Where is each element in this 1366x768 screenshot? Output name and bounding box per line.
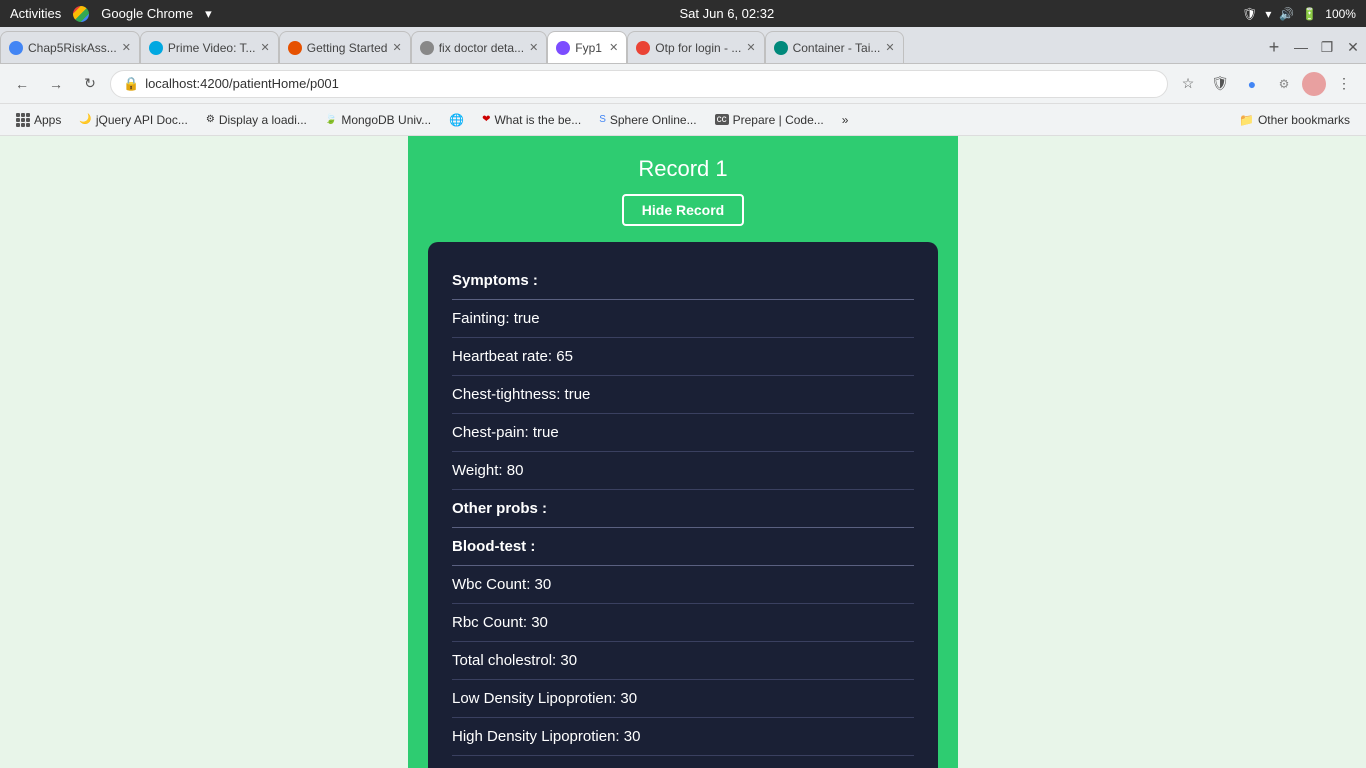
profile-avatar[interactable] [1302,72,1326,96]
dropdown-icon: ▾ [205,6,212,22]
bookmark-mongodb-label: MongoDB Univ... [341,113,431,127]
record-container: Record 1 Hide Record Symptoms :Fainting:… [408,136,958,768]
record-field-3: Chest-tightness: true [452,376,914,414]
browser-name-label: Google Chrome [101,6,193,21]
browser-tab-tab7[interactable]: Container - Tai... ✕ [765,31,904,63]
record-card: Symptoms :Fainting: trueHeartbeat rate: … [428,242,938,768]
tab-favicon-tab7 [774,41,788,55]
minimize-button[interactable]: — [1288,33,1314,61]
browser-tab-tab6[interactable]: Otp for login - ... ✕ [627,31,764,63]
shield-icon: 🛡 [1242,7,1257,21]
bookmarks-bar: Apps 🌙 jQuery API Doc... ⚙ Display a loa… [0,104,1366,136]
bookmark-jquery-label: jQuery API Doc... [96,113,188,127]
window-controls: — ❐ ✕ [1288,33,1366,61]
tab-label-tab1: Chap5RiskAss... [28,41,117,55]
record-field-5: Weight: 80 [452,452,914,490]
tab-label-tab6: Otp for login - ... [655,41,741,55]
bookmark-other-label: Other bookmarks [1258,113,1350,127]
bookmark-display[interactable]: ⚙ Display a loadi... [198,108,315,132]
bookmark-what[interactable]: ❤ What is the be... [474,108,589,132]
page-content: Record 1 Hide Record Symptoms :Fainting:… [0,136,1366,768]
tab-close-tab3[interactable]: ✕ [392,41,401,54]
bookmark-other[interactable]: 📁 Other bookmarks [1231,108,1358,132]
browser-tab-tab3[interactable]: Getting Started ✕ [279,31,411,63]
battery-label: 100% [1325,7,1356,21]
tab-favicon-tab2 [149,41,163,55]
hide-record-button[interactable]: Hide Record [622,194,744,226]
browser-tab-tab1[interactable]: Chap5RiskAss... ✕ [0,31,140,63]
record-field-9: Rbc Count: 30 [452,604,914,642]
record-field-2: Heartbeat rate: 65 [452,338,914,376]
record-field-0: Symptoms : [452,262,914,300]
browser-tab-tab5[interactable]: Fyp1 ✕ [547,31,627,63]
tab-label-tab2: Prime Video: T... [168,41,256,55]
record-field-6: Other probs : [452,490,914,528]
tab-favicon-tab5 [556,41,570,55]
shield-extension-button[interactable]: 🛡 [1206,70,1234,98]
record-field-8: Wbc Count: 30 [452,566,914,604]
tab-label-tab7: Container - Tai... [793,41,881,55]
back-button[interactable]: ← [8,70,36,98]
record-field-7: Blood-test : [452,528,914,566]
record-field-1: Fainting: true [452,300,914,338]
bookmark-globe[interactable]: 🌐 [441,108,472,132]
bookmark-what-label: What is the be... [494,113,581,127]
tab-label-tab3: Getting Started [307,41,388,55]
reload-button[interactable]: ↻ [76,70,104,98]
record-field-13: Triglycerides: 30 [452,756,914,768]
volume-icon: 🔊 [1279,7,1294,21]
tab-label-tab5: Fyp1 [575,41,604,55]
lock-icon: 🔒 [123,76,139,92]
close-button[interactable]: ✕ [1340,33,1366,61]
tab-close-tab2[interactable]: ✕ [261,41,270,54]
bookmark-sphere-label: Sphere Online... [610,113,697,127]
bookmark-apps[interactable]: Apps [8,108,69,132]
network-icon: ▾ [1265,7,1271,21]
record-field-12: High Density Lipoprotien: 30 [452,718,914,756]
datetime-label: Sat Jun 6, 02:32 [680,6,775,21]
tab-favicon-tab3 [288,41,302,55]
bookmark-mongodb[interactable]: 🍃 MongoDB Univ... [317,108,439,132]
chrome-extension-button[interactable]: ● [1238,70,1266,98]
bookmark-star-button[interactable]: ☆ [1174,70,1202,98]
tab-close-tab1[interactable]: ✕ [122,41,131,54]
tab-close-tab5[interactable]: ✕ [609,41,618,54]
restore-button[interactable]: ❐ [1314,33,1340,61]
tab-favicon-tab6 [636,41,650,55]
battery-icon: 🔋 [1302,7,1317,21]
url-text: localhost:4200/patientHome/p001 [145,76,339,91]
tabs-bar: Chap5RiskAss...✕Prime Video: T...✕Gettin… [0,27,1366,64]
os-topbar: Activities Google Chrome ▾ Sat Jun 6, 02… [0,0,1366,27]
bookmark-more[interactable]: » [834,108,857,132]
tab-close-tab4[interactable]: ✕ [529,41,538,54]
tab-favicon-tab4 [420,41,434,55]
browser-tab-tab4[interactable]: fix doctor deta... ✕ [411,31,548,63]
tab-close-tab6[interactable]: ✕ [746,41,755,54]
bookmark-more-label: » [842,113,849,127]
bookmark-prepare[interactable]: cc Prepare | Code... [707,108,832,132]
bookmark-prepare-label: Prepare | Code... [733,113,824,127]
tab-label-tab4: fix doctor deta... [439,41,524,55]
url-bar[interactable]: 🔒 localhost:4200/patientHome/p001 [110,70,1168,98]
browser-tab-tab2[interactable]: Prime Video: T... ✕ [140,31,279,63]
record-title: Record 1 [428,156,938,182]
tab-close-tab7[interactable]: ✕ [885,41,894,54]
bookmark-sphere[interactable]: S Sphere Online... [591,108,704,132]
record-field-4: Chest-pain: true [452,414,914,452]
apps-label: Apps [34,113,61,127]
forward-button[interactable]: → [42,70,70,98]
new-tab-button[interactable]: + [1260,33,1288,61]
menu-button[interactable]: ⋮ [1330,70,1358,98]
address-bar: ← → ↻ 🔒 localhost:4200/patientHome/p001 … [0,64,1366,104]
extensions-puzzle-button[interactable]: ⚙ [1270,70,1298,98]
record-field-10: Total cholestrol: 30 [452,642,914,680]
activities-label[interactable]: Activities [10,6,61,21]
bookmark-display-label: Display a loadi... [219,113,307,127]
record-field-11: Low Density Lipoprotien: 30 [452,680,914,718]
chrome-favicon-icon [73,6,89,22]
bookmark-jquery[interactable]: 🌙 jQuery API Doc... [71,108,196,132]
apps-grid-icon [16,113,30,127]
tab-favicon-tab1 [9,41,23,55]
